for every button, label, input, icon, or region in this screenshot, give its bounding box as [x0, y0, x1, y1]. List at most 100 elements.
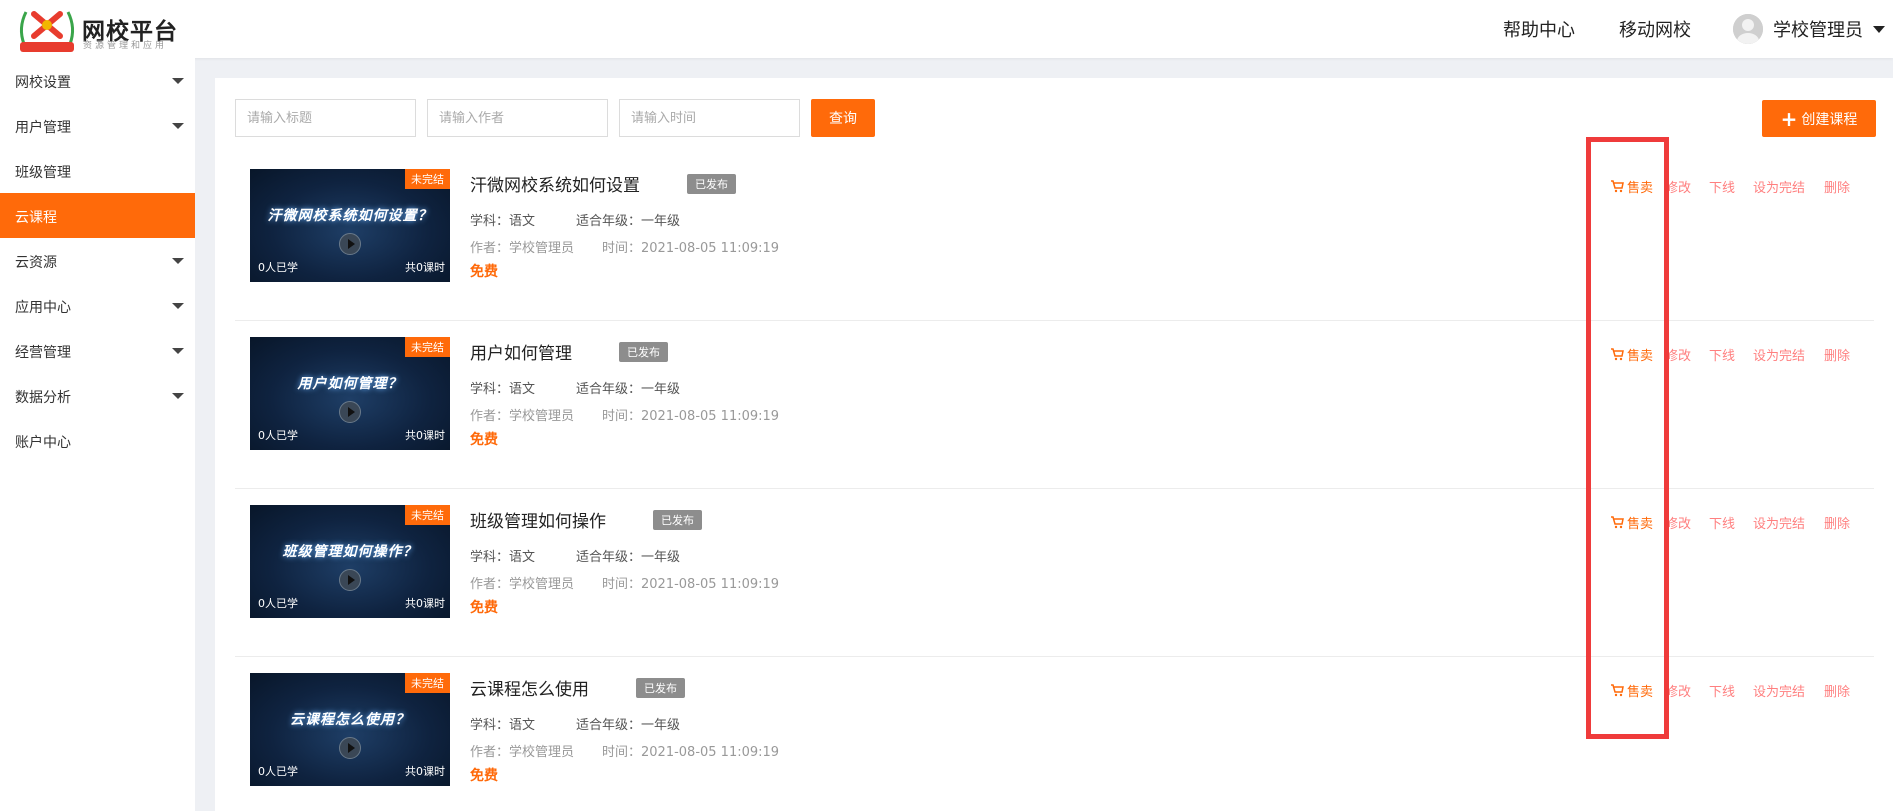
author-search-input[interactable]	[427, 99, 608, 137]
learned-count: 0人已学	[258, 429, 298, 442]
mark-finished-button[interactable]: 设为完结	[1753, 177, 1805, 196]
cart-icon	[1611, 180, 1624, 193]
course-title[interactable]: 云课程怎么使用	[470, 675, 589, 700]
title-search-input[interactable]	[235, 99, 416, 137]
course-author: 作者：学校管理员	[470, 409, 575, 424]
play-icon[interactable]	[339, 401, 361, 423]
create-course-button[interactable]: + 创建课程	[1762, 100, 1876, 137]
course-grade: 适合年级：一年级	[576, 382, 681, 397]
thumbnail-title: 用户如何管理？	[297, 376, 403, 392]
sidebar-item-school-settings[interactable]: 网校设置	[0, 58, 195, 103]
mark-finished-button[interactable]: 设为完结	[1753, 513, 1805, 532]
sell-button[interactable]: 售卖	[1610, 345, 1653, 364]
lesson-count: 共0课时	[405, 597, 445, 610]
course-thumbnail[interactable]: 用户如何管理？ 未完结 0人已学 共0课时	[250, 337, 450, 450]
course-grade: 适合年级：一年级	[576, 550, 681, 565]
delete-button[interactable]: 删除	[1824, 177, 1850, 196]
nav-help-center[interactable]: 帮助中心	[1503, 16, 1575, 42]
edit-button[interactable]: 修改	[1665, 177, 1691, 196]
sell-label: 售卖	[1627, 685, 1654, 700]
course-subject: 学科：语文	[470, 382, 536, 397]
course-subject: 学科：语文	[470, 550, 536, 565]
sidebar-item-label: 云课程	[15, 210, 57, 226]
learned-count: 0人已学	[258, 261, 298, 274]
lesson-count: 共0课时	[405, 765, 445, 778]
sidebar-item-user-management[interactable]: 用户管理	[0, 103, 195, 148]
offline-button[interactable]: 下线	[1709, 345, 1735, 364]
course-thumbnail[interactable]: 云课程怎么使用？ 未完结 0人已学 共0课时	[250, 673, 450, 786]
course-title[interactable]: 班级管理如何操作	[470, 507, 606, 532]
delete-button[interactable]: 删除	[1824, 345, 1850, 364]
edit-button[interactable]: 修改	[1665, 513, 1691, 532]
unfinished-tag: 未完结	[405, 673, 450, 693]
logo-icon	[19, 11, 75, 52]
learned-count: 0人已学	[258, 765, 298, 778]
user-avatar[interactable]	[1733, 14, 1763, 44]
thumbnail-title: 云课程怎么使用？	[290, 712, 410, 728]
cart-icon	[1611, 516, 1624, 529]
course-author: 作者：学校管理员	[470, 577, 575, 592]
chevron-down-icon	[172, 303, 184, 309]
delete-button[interactable]: 删除	[1824, 681, 1850, 700]
unfinished-tag: 未完结	[405, 505, 450, 525]
sidebar-item-label: 经营管理	[15, 345, 71, 361]
offline-button[interactable]: 下线	[1709, 513, 1735, 532]
course-title[interactable]: 用户如何管理	[470, 339, 572, 364]
sidebar-item-label: 数据分析	[15, 390, 71, 406]
play-icon[interactable]	[339, 233, 361, 255]
avatar-icon	[1733, 14, 1763, 44]
course-thumbnail[interactable]: 班级管理如何操作？ 未完结 0人已学 共0课时	[250, 505, 450, 618]
status-badge: 已发布	[636, 678, 685, 698]
sell-label: 售卖	[1627, 349, 1654, 364]
course-title[interactable]: 汗微网校系统如何设置	[470, 171, 640, 196]
time-search-input[interactable]	[619, 99, 800, 137]
course-price: 免费	[470, 264, 498, 280]
sidebar-item-app-center[interactable]: 应用中心	[0, 283, 195, 328]
course-row: 云课程怎么使用？ 未完结 0人已学 共0课时 云课程怎么使用 已发布 学科：语文…	[235, 657, 1874, 811]
mark-finished-button[interactable]: 设为完结	[1753, 345, 1805, 364]
delete-button[interactable]: 删除	[1824, 513, 1850, 532]
sidebar-item-data-analysis[interactable]: 数据分析	[0, 373, 195, 418]
sidebar-item-label: 云资源	[15, 255, 57, 271]
course-time: 时间：2021-08-05 11:09:19	[602, 409, 780, 424]
nav-mobile-school[interactable]: 移动网校	[1619, 16, 1691, 42]
sell-button[interactable]: 售卖	[1610, 177, 1653, 196]
chevron-down-icon	[172, 258, 184, 264]
chevron-down-icon	[172, 78, 184, 84]
chevron-down-icon	[172, 393, 184, 399]
chevron-down-icon	[172, 348, 184, 354]
query-button[interactable]: 查询	[811, 99, 875, 137]
course-price: 免费	[470, 768, 498, 784]
mark-finished-button[interactable]: 设为完结	[1753, 681, 1805, 700]
user-name[interactable]: 学校管理员	[1773, 16, 1863, 42]
course-time: 时间：2021-08-05 11:09:19	[602, 241, 780, 256]
sidebar-item-label: 班级管理	[15, 165, 71, 181]
play-icon[interactable]	[339, 569, 361, 591]
cart-icon	[1611, 684, 1624, 697]
sell-label: 售卖	[1627, 517, 1654, 532]
status-badge: 已发布	[619, 342, 668, 362]
course-thumbnail[interactable]: 汗微网校系统如何设置？ 未完结 0人已学 共0课时	[250, 169, 450, 282]
play-icon[interactable]	[339, 737, 361, 759]
course-grade: 适合年级：一年级	[576, 214, 681, 229]
offline-button[interactable]: 下线	[1709, 681, 1735, 700]
edit-button[interactable]: 修改	[1665, 681, 1691, 700]
unfinished-tag: 未完结	[405, 169, 450, 189]
edit-button[interactable]: 修改	[1665, 345, 1691, 364]
sidebar-item-account-center[interactable]: 账户中心	[0, 418, 195, 463]
sidebar-item-class-management[interactable]: 班级管理	[0, 148, 195, 193]
chevron-down-icon[interactable]	[1873, 26, 1885, 33]
course-subject: 学科：语文	[470, 214, 536, 229]
course-subject: 学科：语文	[470, 718, 536, 733]
lesson-count: 共0课时	[405, 429, 445, 442]
lesson-count: 共0课时	[405, 261, 445, 274]
sidebar-item-cloud-courses[interactable]: 云课程	[0, 193, 195, 238]
top-header: 网校平台 资源管理和应用 帮助中心 移动网校 学校管理员	[0, 0, 1893, 58]
sidebar-item-label: 账户中心	[15, 435, 71, 451]
sidebar-item-operations[interactable]: 经营管理	[0, 328, 195, 373]
thumbnail-title: 班级管理如何操作？	[282, 544, 418, 560]
offline-button[interactable]: 下线	[1709, 177, 1735, 196]
sidebar-item-cloud-resources[interactable]: 云资源	[0, 238, 195, 283]
sell-button[interactable]: 售卖	[1610, 681, 1653, 700]
sell-button[interactable]: 售卖	[1610, 513, 1653, 532]
